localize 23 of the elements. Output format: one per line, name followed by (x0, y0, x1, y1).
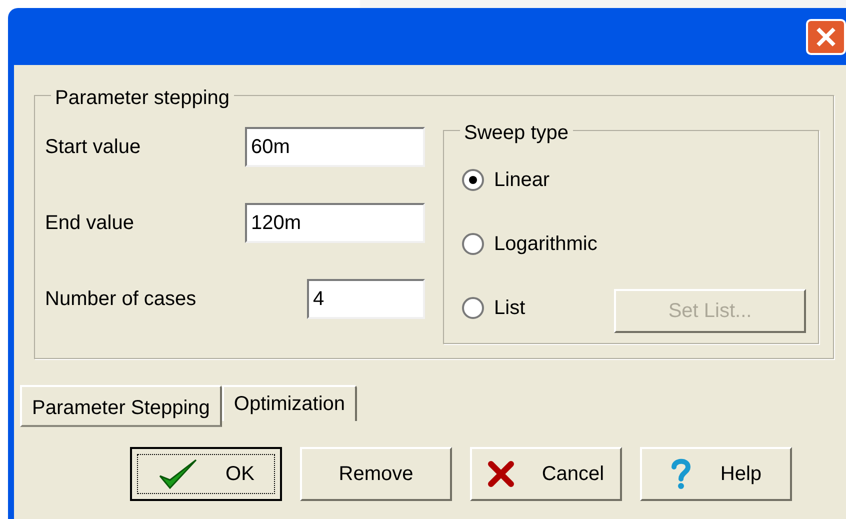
field-label: Number of cases (45, 287, 198, 312)
x-icon (488, 461, 514, 487)
field-label: End value (45, 211, 135, 236)
input-field[interactable]: 4 (307, 279, 425, 319)
close-button[interactable] (806, 18, 846, 54)
close-icon (815, 26, 837, 48)
radio-label: Linear (494, 168, 550, 193)
radio-button[interactable] (462, 297, 484, 319)
tab[interactable]: Parameter Stepping (20, 385, 222, 427)
tab[interactable]: Optimization (222, 385, 358, 421)
help-button[interactable]: Help (640, 447, 792, 501)
input-field[interactable]: 120m (245, 203, 425, 243)
remove-button[interactable]: Remove (300, 447, 452, 501)
radio-label: List (494, 296, 526, 321)
radio-button[interactable] (462, 233, 484, 255)
radio-button[interactable] (462, 169, 484, 191)
cancel-button[interactable]: Cancel (470, 447, 622, 501)
question-mark-icon (670, 458, 692, 490)
field-label: Start value (45, 135, 142, 160)
checkmark-icon (158, 458, 198, 490)
ok-button[interactable]: OK (130, 447, 282, 501)
radio-label: Logarithmic (494, 232, 598, 257)
input-field[interactable]: 60m (245, 127, 425, 167)
